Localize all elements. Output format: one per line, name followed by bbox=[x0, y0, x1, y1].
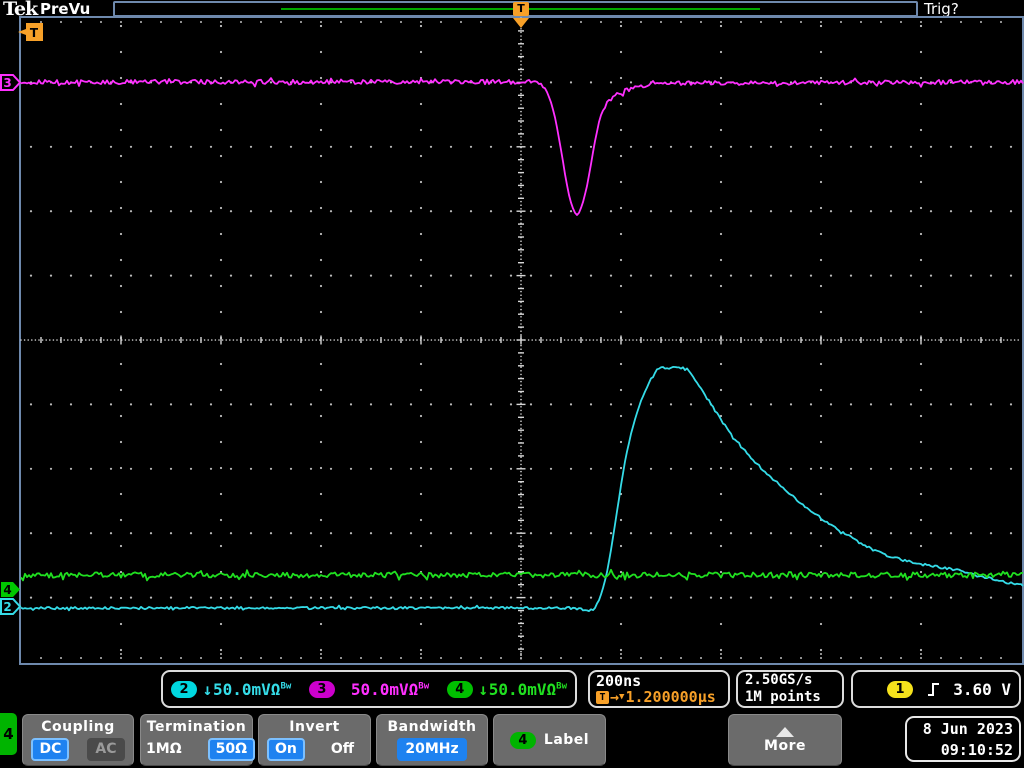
invert-button[interactable]: Invert On Off bbox=[258, 714, 371, 766]
rising-edge-icon bbox=[927, 681, 941, 698]
graticule-display bbox=[19, 16, 1024, 665]
ch4-scale: ↓50.0mVΩBw bbox=[478, 679, 567, 699]
trigger-level-value: 3.60 V bbox=[953, 679, 1011, 699]
label-channel-badge: 4 bbox=[509, 731, 536, 749]
bandwidth-button[interactable]: Bandwidth 20MHz bbox=[376, 714, 488, 766]
ch3-ground-marker[interactable]: 3 bbox=[0, 74, 22, 91]
record-length: 1M points bbox=[745, 689, 821, 705]
ch2-scale: ↓50.0mVΩBw bbox=[202, 679, 292, 699]
time-value: 09:10:52 bbox=[940, 741, 1013, 759]
label-title: Label bbox=[543, 732, 590, 748]
trigger-readout-box[interactable]: 1 3.60 V bbox=[851, 670, 1021, 708]
menu-channel-tab: 4 bbox=[0, 713, 17, 755]
acquisition-box[interactable]: 2.50GS/s 1M points bbox=[736, 670, 844, 708]
ch3-readout[interactable]: 3 50.0mVΩBw bbox=[308, 679, 430, 699]
more-button[interactable]: More bbox=[728, 714, 842, 766]
coupling-title: Coupling bbox=[41, 719, 115, 735]
ch4-badge: 4 bbox=[446, 680, 473, 698]
trigger-level-offscale-icon[interactable]: T bbox=[16, 22, 44, 42]
timebase-box[interactable]: 200ns T → ▼ 1.200000µs bbox=[588, 670, 730, 708]
ch4-readout[interactable]: 4 ↓50.0mVΩBw bbox=[446, 679, 567, 699]
trigger-source-badge: 1 bbox=[887, 680, 913, 698]
bandwidth-value[interactable]: 20MHz bbox=[397, 738, 467, 761]
ch2-badge: 2 bbox=[171, 680, 197, 698]
trigger-position-marker-icon[interactable] bbox=[513, 18, 529, 28]
ch3-scale: 50.0mVΩBw bbox=[350, 679, 430, 699]
more-up-arrow-icon bbox=[776, 726, 794, 737]
date-value: 8 Jun 2023 bbox=[922, 720, 1013, 738]
svg-text:4: 4 bbox=[3, 583, 11, 597]
invert-title: Invert bbox=[289, 719, 340, 735]
coupling-dc-option[interactable]: DC bbox=[31, 738, 70, 761]
invert-on-option[interactable]: On bbox=[266, 738, 305, 761]
record-view-bar[interactable]: T bbox=[113, 1, 918, 17]
invert-off-option[interactable]: Off bbox=[323, 738, 362, 761]
coupling-button[interactable]: Coupling DC AC bbox=[22, 714, 134, 766]
sample-rate: 2.50GS/s bbox=[745, 672, 813, 688]
oscilloscope-screen: Tek PreVu T Trig? T 3 4 2 2 ↓50.0mVΩBw 3… bbox=[0, 0, 1024, 768]
label-button[interactable]: 4 Label bbox=[493, 714, 606, 766]
channel-readouts-box[interactable]: 2 ↓50.0mVΩBw 3 50.0mVΩBw 4 ↓50.0mVΩBw bbox=[161, 670, 577, 708]
trigger-position-flag-icon[interactable]: T bbox=[513, 2, 529, 16]
soft-menu-bar: 4 Coupling DC AC Termination 1MΩ 50Ω Inv… bbox=[0, 710, 1024, 768]
datetime-box: 8 Jun 2023 09:10:52 bbox=[905, 716, 1021, 762]
ch4-ground-marker[interactable]: 4 bbox=[0, 581, 22, 598]
svg-text:T: T bbox=[30, 26, 39, 40]
termination-button[interactable]: Termination 1MΩ 50Ω bbox=[138, 714, 255, 766]
more-title: More bbox=[764, 737, 806, 754]
svg-text:2: 2 bbox=[3, 600, 11, 614]
termination-title: Termination bbox=[146, 719, 247, 735]
trigger-t-icon: T bbox=[596, 690, 609, 704]
coupling-ac-option[interactable]: AC bbox=[87, 738, 125, 761]
timebase-scale: 200ns bbox=[596, 671, 642, 690]
svg-text:3: 3 bbox=[3, 76, 11, 90]
bandwidth-title: Bandwidth bbox=[387, 719, 477, 735]
termination-50-option[interactable]: 50Ω bbox=[207, 738, 255, 761]
ch2-readout[interactable]: 2 ↓50.0mVΩBw bbox=[171, 680, 291, 699]
trigger-position-readout: T → ▼ 1.200000µs bbox=[596, 688, 716, 706]
ch3-badge: 3 bbox=[308, 680, 335, 698]
ch2-ground-marker[interactable]: 2 bbox=[0, 598, 22, 615]
termination-1m-option[interactable]: 1MΩ bbox=[138, 738, 190, 761]
